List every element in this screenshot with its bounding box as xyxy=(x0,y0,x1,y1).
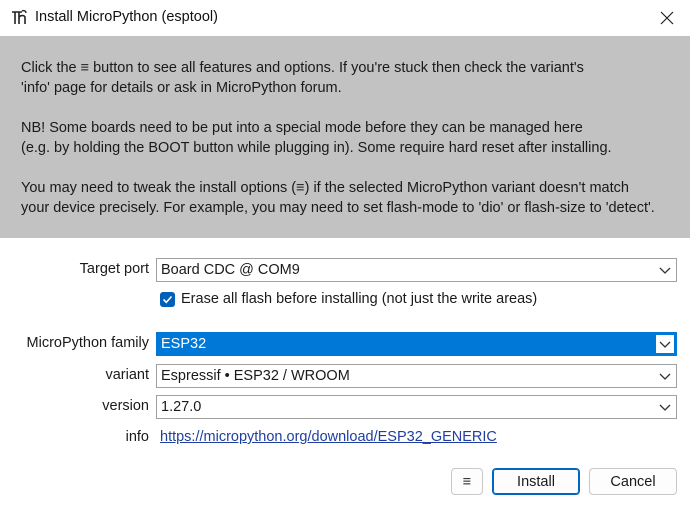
version-value: 1.27.0 xyxy=(161,399,202,415)
thonny-app-icon xyxy=(12,9,27,24)
info-link[interactable]: https://micropython.org/download/ESP32_G… xyxy=(160,429,497,445)
chevron-down-icon xyxy=(659,341,671,348)
erase-flash-checkbox[interactable] xyxy=(160,292,175,307)
info-line: You may need to tweak the install option… xyxy=(21,180,629,196)
family-dropdown-button[interactable] xyxy=(655,334,675,354)
family-label: MicroPython family xyxy=(26,335,149,351)
chevron-down-icon xyxy=(659,404,671,411)
info-panel: Click the ≡ button to see all features a… xyxy=(0,36,690,238)
variant-select[interactable]: Espressif • ESP32 / WROOM xyxy=(156,364,677,388)
family-value: ESP32 xyxy=(161,336,207,352)
title-bar: Install MicroPython (esptool) xyxy=(0,0,690,36)
info-line: Click the ≡ button to see all features a… xyxy=(21,60,584,76)
info-paragraph-boot-mode: NB! Some boards need to be put into a sp… xyxy=(21,118,612,158)
info-line: (e.g. by holding the BOOT button while p… xyxy=(21,140,612,156)
close-icon xyxy=(660,11,674,25)
variant-label: variant xyxy=(105,367,149,383)
info-line: your device precisely. For example, you … xyxy=(21,200,655,216)
family-select[interactable]: ESP32 xyxy=(156,332,677,356)
info-paragraph-tweak: You may need to tweak the install option… xyxy=(21,178,655,218)
window-title: Install MicroPython (esptool) xyxy=(35,9,218,25)
chevron-down-icon xyxy=(659,267,671,274)
info-label: info xyxy=(125,429,149,445)
version-label: version xyxy=(102,398,149,414)
install-button[interactable]: Install xyxy=(492,468,580,495)
target-port-label: Target port xyxy=(79,261,149,277)
version-select[interactable]: 1.27.0 xyxy=(156,395,677,419)
info-paragraph-help: Click the ≡ button to see all features a… xyxy=(21,58,584,98)
info-line: 'info' page for details or ask in MicroP… xyxy=(21,80,342,96)
options-menu-button[interactable]: ≡ xyxy=(451,468,483,495)
cancel-button[interactable]: Cancel xyxy=(589,468,677,495)
target-port-value: Board CDC @ COM9 xyxy=(161,262,300,278)
erase-flash-label[interactable]: Erase all flash before installing (not j… xyxy=(181,291,537,307)
check-icon xyxy=(162,295,173,304)
variant-value: Espressif • ESP32 / WROOM xyxy=(161,368,350,384)
chevron-down-icon xyxy=(659,373,671,380)
info-line: NB! Some boards need to be put into a sp… xyxy=(21,120,583,136)
target-port-select[interactable]: Board CDC @ COM9 xyxy=(156,258,677,282)
close-button[interactable] xyxy=(644,0,690,36)
